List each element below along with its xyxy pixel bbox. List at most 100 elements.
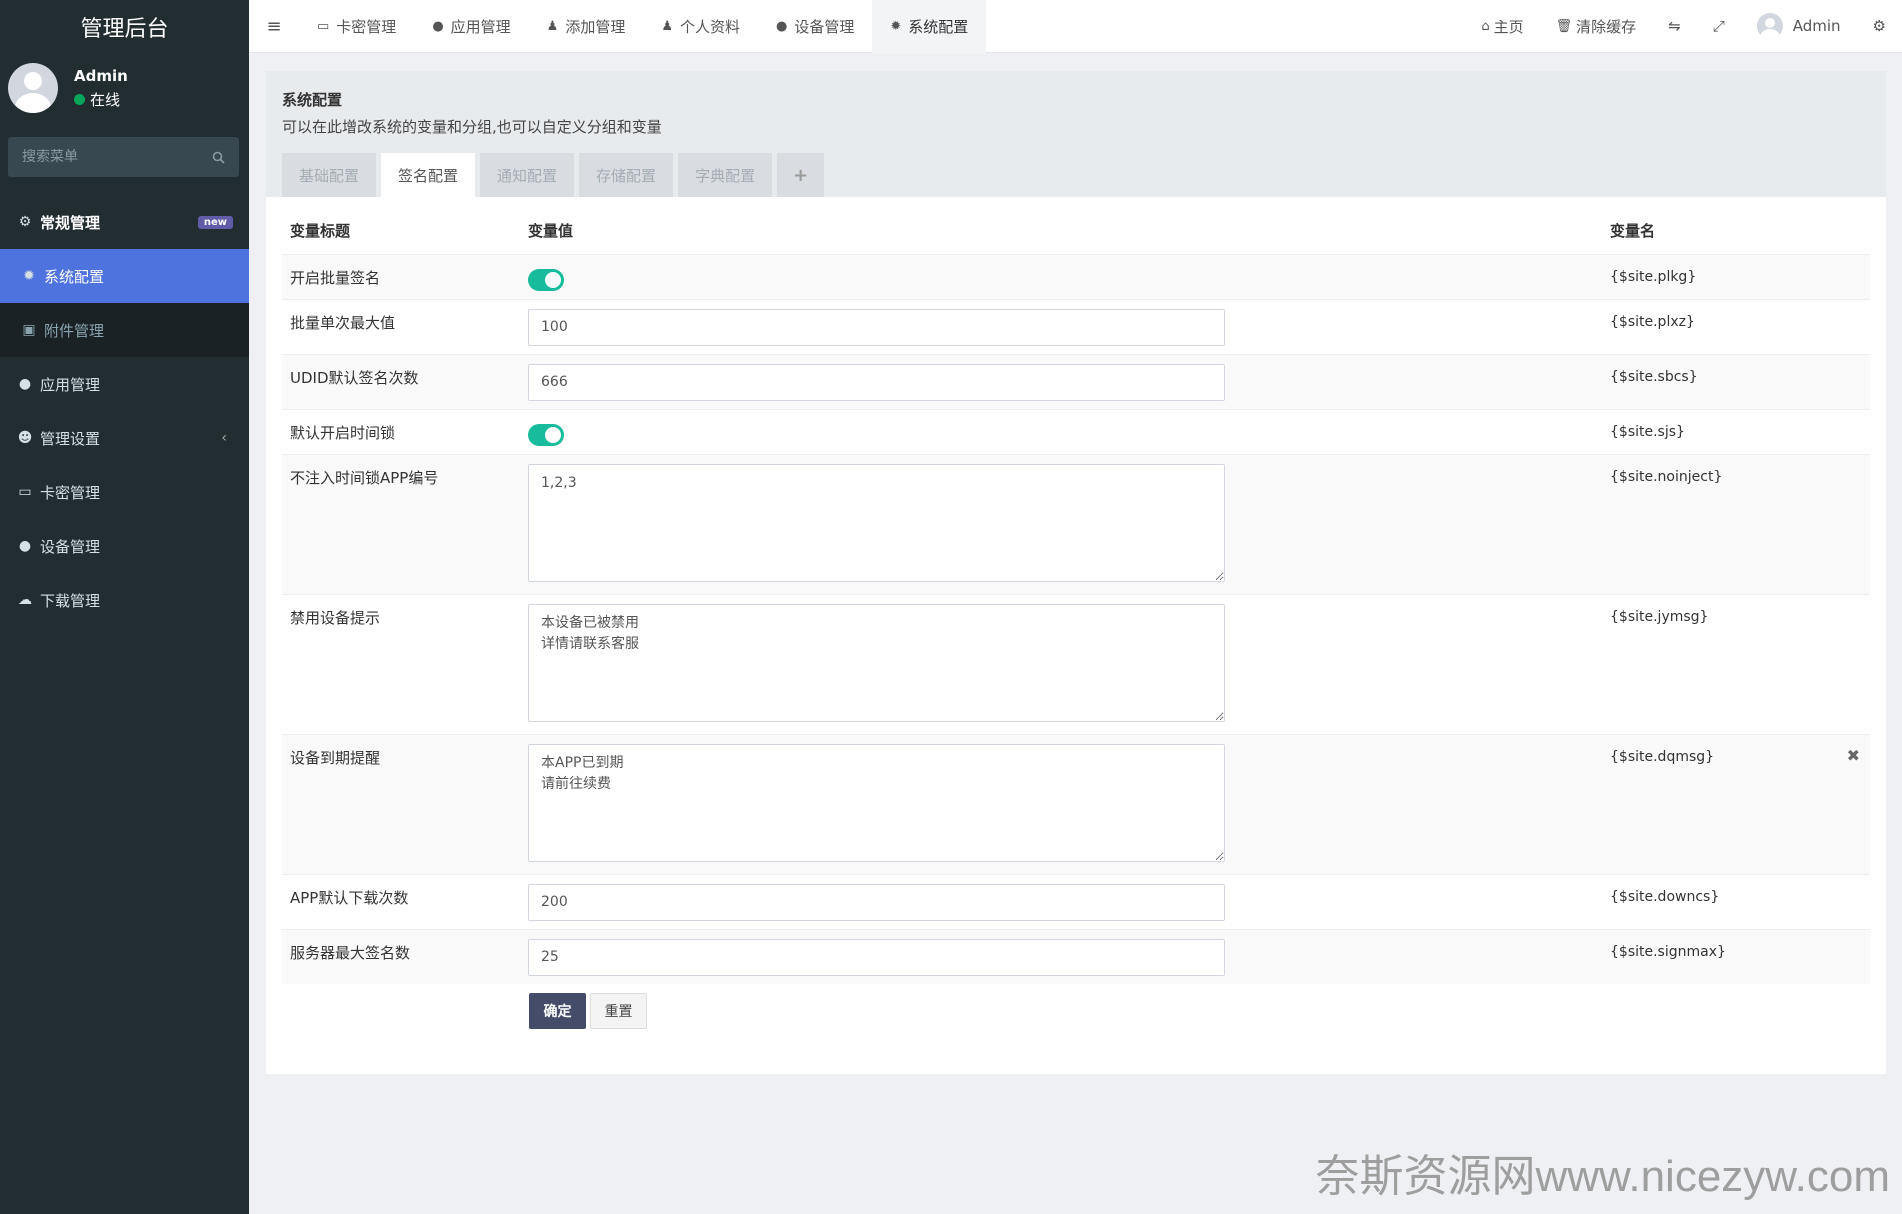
user-status: 在线 <box>74 89 128 110</box>
submit-button[interactable]: 确定 <box>529 993 586 1029</box>
row-title: 服务器最大签名数 <box>282 928 520 984</box>
column-header-name: 变量名 <box>1610 222 1656 241</box>
avatar <box>1756 13 1783 39</box>
menu-toggle-icon[interactable]: ≡ <box>249 16 299 37</box>
column-header-value: 变量值 <box>528 222 574 241</box>
sidebar: 管理后台 Admin 在线 ⚙ 常规管理 new ✹ 系统配置 ▣ 附件管理 ● <box>0 0 249 1214</box>
sidebar-item-attachments[interactable]: ▣ 附件管理 <box>0 303 249 357</box>
tab-profile[interactable]: ♟ 个人资料 <box>643 0 758 53</box>
sidebar-item-label: 常规管理 <box>40 213 101 232</box>
user-menu[interactable]: Admin <box>1741 13 1857 39</box>
tab-sign-config[interactable]: 签名配置 <box>381 153 476 197</box>
sidebar-item-downloads[interactable]: ☁ 下载管理 <box>0 573 249 627</box>
avatar <box>8 63 58 113</box>
default-download-count-input[interactable] <box>528 883 1225 921</box>
apple-icon: ● <box>18 538 32 554</box>
cloud-download-icon: ☁ <box>18 592 32 608</box>
config-tabs: 基础配置 签名配置 通知配置 存储配置 字典配置 + <box>282 153 1870 197</box>
user-icon: ♟ <box>546 18 559 34</box>
sidebar-item-general[interactable]: ⚙ 常规管理 new <box>0 195 249 249</box>
page-title: 系统配置 <box>282 91 343 109</box>
app-store-icon: ● <box>432 18 444 34</box>
watermark: 奈斯资源网www.nicezyw.com <box>1315 1152 1890 1201</box>
home-icon: ⌂ <box>1481 18 1490 34</box>
sidebar-item-admin-settings[interactable]: ☻ 管理设置 ‹ <box>0 411 249 465</box>
add-group-plus-icon[interactable]: + <box>777 153 825 197</box>
panel-heading: 系统配置 可以在此增改系统的变量和分组,也可以自定义分组和变量 基础配置 签名配… <box>266 71 1886 197</box>
home-link[interactable]: ⌂ 主页 <box>1465 16 1539 37</box>
menu-search-input[interactable] <box>22 149 202 165</box>
user-menu-name: Admin <box>1792 17 1841 35</box>
tab-label: 卡密管理 <box>336 17 397 36</box>
trash-icon: 🗑 <box>1555 18 1573 34</box>
tab-cards[interactable]: ▭ 卡密管理 <box>299 0 414 53</box>
config-panel: 系统配置 可以在此增改系统的变量和分组,也可以自定义分组和变量 基础配置 签名配… <box>266 71 1886 1074</box>
time-lock-toggle[interactable] <box>528 423 564 446</box>
clear-cache-label: 清除缓存 <box>1576 17 1637 36</box>
online-dot-icon <box>74 93 85 105</box>
table-row: 服务器最大签名数 {$site.signmax} <box>282 928 1870 984</box>
tab-notify-config[interactable]: 通知配置 <box>480 153 575 197</box>
sidebar-nav: ⚙ 常规管理 new ✹ 系统配置 ▣ 附件管理 ● 应用管理 ☻ 管理设置 ‹… <box>0 195 249 627</box>
translate-icon: ⇋ <box>1668 17 1681 35</box>
sidebar-item-label: 管理设置 <box>40 429 101 448</box>
delete-row-icon[interactable]: ✖ <box>1847 746 1860 765</box>
tab-dict-config[interactable]: 字典配置 <box>678 153 773 197</box>
user-name: Admin <box>74 66 128 85</box>
expiry-msg-textarea[interactable]: 本APP已到期 请前往续费 <box>528 743 1225 862</box>
gear-icon: ✹ <box>890 18 902 34</box>
cogs-icon: ⚙ <box>1872 17 1886 35</box>
control-sidebar-toggle[interactable]: ⚙ <box>1857 17 1902 35</box>
tab-system-config[interactable]: ✹ 系统配置 <box>872 0 987 53</box>
tab-apps[interactable]: ● 应用管理 <box>414 0 528 53</box>
batch-max-input[interactable] <box>528 308 1225 346</box>
sidebar-item-cards[interactable]: ▭ 卡密管理 <box>0 465 249 519</box>
tab-add-admin[interactable]: ♟ 添加管理 <box>529 0 644 53</box>
row-var-name: {$site.signmax} <box>1610 943 1726 960</box>
tab-label: 设备管理 <box>794 17 855 36</box>
batch-sign-toggle[interactable] <box>528 268 564 291</box>
sidebar-item-devices[interactable]: ● 设备管理 <box>0 519 249 573</box>
row-var-name: {$site.downcs} <box>1610 888 1720 905</box>
table-row: APP默认下载次数 {$site.downcs} <box>282 873 1870 929</box>
chevron-left-icon: ‹ <box>221 430 227 446</box>
tab-label: 系统配置 <box>908 17 969 36</box>
server-max-sign-input[interactable] <box>528 938 1225 976</box>
cogs-icon: ⚙ <box>18 214 32 230</box>
row-title: 不注入时间锁APP编号 <box>282 453 520 594</box>
brand-title[interactable]: 管理后台 <box>0 0 249 53</box>
user-status-label: 在线 <box>90 90 121 109</box>
clear-cache-button[interactable]: 🗑 清除缓存 <box>1540 16 1653 37</box>
udid-sign-count-input[interactable] <box>528 363 1225 401</box>
row-var-name: {$site.sjs} <box>1610 423 1685 440</box>
tab-label: 个人资料 <box>680 17 741 36</box>
tab-basic-config[interactable]: 基础配置 <box>282 153 377 197</box>
user-icon: ♟ <box>661 18 673 34</box>
sidebar-item-label: 系统配置 <box>44 267 105 286</box>
reset-button[interactable]: 重置 <box>590 993 647 1029</box>
noinject-app-ids-textarea[interactable]: 1,2,3 <box>528 463 1225 582</box>
sidebar-item-system-config[interactable]: ✹ 系统配置 <box>0 249 249 303</box>
fullscreen-button[interactable]: ⤢ <box>1697 17 1741 35</box>
image-icon: ▣ <box>22 322 36 338</box>
sidebar-item-label: 设备管理 <box>40 537 101 556</box>
tab-devices[interactable]: ● 设备管理 <box>758 0 872 53</box>
tab-label: 应用管理 <box>450 17 511 36</box>
search-icon[interactable] <box>212 151 225 164</box>
row-title: APP默认下载次数 <box>282 873 520 929</box>
gear-icon: ✹ <box>23 268 35 284</box>
table-row: 默认开启时间锁 {$site.sjs} <box>282 408 1870 454</box>
row-title: UDID默认签名次数 <box>282 353 520 409</box>
table-row: 不注入时间锁APP编号 1,2,3 {$site.noinject} <box>282 453 1870 594</box>
row-var-name: {$site.plkg} <box>1610 268 1697 285</box>
disabled-device-msg-textarea[interactable]: 本设备已被禁用 详情请联系客服 <box>528 603 1225 722</box>
row-var-name: {$site.dqmsg} <box>1610 748 1715 765</box>
row-var-name: {$site.plxz} <box>1610 313 1695 330</box>
translate-button[interactable]: ⇋ <box>1652 17 1697 35</box>
row-var-name: {$site.sbcs} <box>1610 368 1698 385</box>
users-icon: ☻ <box>17 430 33 446</box>
sidebar-item-apps[interactable]: ● 应用管理 <box>0 357 249 411</box>
sidebar-item-label: 卡密管理 <box>40 483 101 502</box>
row-var-name: {$site.jymsg} <box>1610 608 1709 625</box>
tab-storage-config[interactable]: 存储配置 <box>579 153 674 197</box>
